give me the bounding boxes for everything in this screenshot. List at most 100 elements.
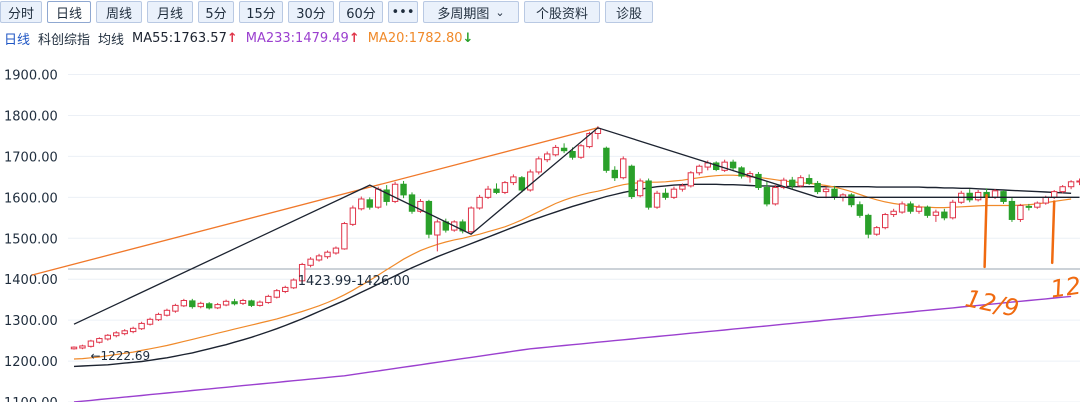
- toolbar-button-7[interactable]: 60分: [339, 1, 383, 23]
- candle: [79, 344, 86, 350]
- candle-body: [915, 206, 923, 212]
- candle: [577, 144, 585, 159]
- candle-body: [510, 176, 517, 184]
- candle: [493, 183, 500, 195]
- index-name: 科创综指: [38, 32, 91, 48]
- candle: [501, 180, 509, 195]
- candle: [1067, 180, 1075, 190]
- candle: [214, 302, 221, 310]
- toolbar-button-label: 周线: [105, 6, 132, 22]
- toolbar-button-label: 月线: [156, 6, 183, 22]
- candle: [332, 246, 340, 255]
- toolbar-button-10[interactable]: 个股资料: [524, 1, 600, 23]
- candle: [391, 181, 399, 204]
- kline-chart-svg[interactable]: 1900.00 1800.00 1700.00 1600.00 1500.00 1400.…: [0, 50, 1080, 406]
- candle: [974, 189, 982, 202]
- candle: [138, 321, 145, 330]
- candle-body: [214, 304, 221, 309]
- toolbar: 分时 日线 周线 月线 5分 15分 30分 60分 ••• 多周期图 ⌄ 个股资料 诊股: [0, 0, 1080, 26]
- candle-body: [476, 196, 483, 209]
- y-tick-label: 1900.00: [4, 69, 58, 84]
- candle: [265, 294, 272, 304]
- candle-body: [696, 165, 703, 174]
- candle: [949, 199, 956, 220]
- candle: [256, 300, 264, 307]
- candle: [484, 185, 492, 199]
- y-tick-label: 1800.00: [4, 109, 58, 124]
- ma20-line: [73, 174, 1072, 360]
- candle: [290, 278, 297, 290]
- candle: [636, 178, 644, 198]
- candle: [129, 326, 137, 334]
- candle-body: [687, 172, 695, 187]
- toolbar-button-label: 60分: [346, 6, 376, 22]
- candle: [1008, 197, 1016, 222]
- candle: [197, 301, 204, 309]
- candle: [113, 331, 120, 338]
- toolbar-button-8[interactable]: •••: [388, 1, 418, 23]
- y-tick-label: 1600.00: [4, 191, 58, 206]
- candle-body: [789, 179, 796, 187]
- candle: [721, 159, 728, 172]
- candle: [163, 308, 171, 317]
- y-tick-label: 1200.00: [4, 355, 58, 370]
- ma-label[interactable]: 均线: [98, 29, 124, 48]
- candle: [434, 219, 441, 252]
- toolbar-button-11[interactable]: 诊股: [605, 1, 653, 23]
- candle-body: [805, 178, 813, 184]
- toolbar-button-label: 个股资料: [535, 6, 588, 22]
- ma55-value: MA55:1763.57: [132, 30, 227, 46]
- candle-body: [282, 286, 289, 292]
- candle: [189, 298, 196, 309]
- candle-body: [865, 214, 872, 235]
- toolbar-button-0[interactable]: 分时: [0, 1, 42, 23]
- candle-body: [1051, 191, 1058, 198]
- toolbar-button-6[interactable]: 30分: [288, 1, 334, 23]
- candle: [527, 169, 534, 192]
- candle: [146, 317, 154, 326]
- candle: [282, 285, 289, 294]
- toolbar-button-3[interactable]: 月线: [147, 1, 193, 23]
- candle-body: [856, 204, 864, 216]
- candle: [611, 166, 618, 181]
- candle-body: [375, 188, 382, 208]
- candle-body: [577, 145, 585, 158]
- candle-body: [628, 165, 635, 198]
- candle-body: [484, 188, 492, 198]
- candle-body: [924, 206, 931, 216]
- candle-body: [501, 182, 509, 193]
- toolbar-button-2[interactable]: 周线: [96, 1, 142, 23]
- candle-body: [544, 153, 551, 161]
- candle-body: [231, 301, 238, 305]
- toolbar-button-4[interactable]: 5分: [198, 1, 234, 23]
- kline-chart[interactable]: 1900.00 1800.00 1700.00 1600.00 1500.00 1400.…: [0, 50, 1080, 406]
- candle: [366, 197, 373, 210]
- candle: [755, 171, 762, 190]
- candle-body: [189, 300, 196, 308]
- toolbar-button-9[interactable]: 多周期图 ⌄: [423, 1, 519, 23]
- candle-body: [273, 290, 281, 298]
- candle-body: [121, 330, 128, 335]
- candle: [924, 205, 931, 218]
- candle: [662, 188, 669, 200]
- candle-body: [603, 147, 610, 171]
- candle-body: [636, 180, 644, 197]
- toolbar-button-1[interactable]: 日线: [47, 1, 91, 23]
- candle-body: [991, 190, 999, 198]
- candle: [273, 289, 281, 299]
- candle-body: [1034, 202, 1041, 208]
- candle-body: [822, 188, 830, 193]
- period-label: 日线: [4, 32, 31, 48]
- toolbar-button-5[interactable]: 15分: [239, 1, 283, 23]
- ma20-value: MA20:1782.80: [367, 30, 463, 46]
- candle: [206, 302, 213, 310]
- candle: [966, 189, 973, 203]
- candle: [544, 151, 551, 163]
- candle-body: [645, 180, 652, 208]
- candle: [763, 180, 771, 207]
- toolbar-button-label: 诊股: [615, 6, 642, 22]
- candle-body: [932, 211, 940, 216]
- candle: [814, 180, 821, 195]
- handwritten-tick: [1050, 200, 1056, 265]
- candle: [180, 298, 188, 308]
